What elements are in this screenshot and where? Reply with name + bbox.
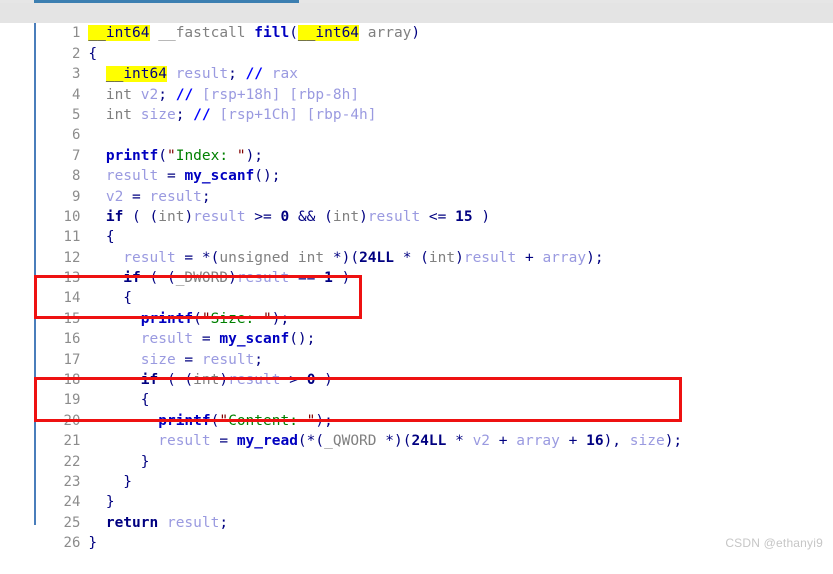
code-line[interactable]: 25 return result; [0, 492, 833, 531]
code-line[interactable]: 19 { [0, 370, 833, 408]
code-line[interactable]: 9 v2 = result; [0, 166, 833, 205]
code-line[interactable]: 10 if ( (int)result >= 0 && (int)result … [0, 187, 833, 225]
code-line[interactable]: 23 } [0, 452, 833, 490]
code-line[interactable]: 13 if ( (_DWORD)result == 1 ) [0, 248, 833, 286]
code-line[interactable]: 7 printf("Index: "); [0, 125, 833, 164]
line-number: 26 [63, 535, 81, 552]
pseudocode-screenshot: 1 __int64 __fastcall fill(__int64 array) … [0, 0, 833, 558]
code-line[interactable]: 15 printf("Size: "); [0, 288, 833, 327]
code-line[interactable]: 22 } [0, 431, 833, 470]
code-editor-surface[interactable]: 1 __int64 __fastcall fill(__int64 array) … [0, 3, 833, 558]
code-line[interactable]: 14 { [0, 268, 833, 306]
code-line[interactable]: 5 int size; // [rsp+1Ch] [rbp-4h] [0, 85, 833, 123]
code-line[interactable]: 4 int v2; // [rsp+18h] [rbp-8h] [0, 64, 833, 103]
code-line[interactable]: 24 } [0, 472, 833, 510]
code-line[interactable]: 16 result = my_scanf(); [0, 309, 833, 347]
code-line[interactable]: 3 __int64 result; // rax [0, 44, 833, 83]
code-line[interactable]: 20 printf("Content: "); [0, 390, 833, 429]
code-line[interactable]: 8 result = my_scanf(); [0, 146, 833, 184]
code-line[interactable]: 6 [0, 105, 833, 143]
code-line[interactable]: 12 result = *(unsigned int *)(24LL * (in… [0, 227, 833, 266]
code-line[interactable]: 18 if ( (int)result > 0 ) [0, 350, 833, 388]
code-line[interactable]: 1 __int64 __fastcall fill(__int64 array) [0, 3, 833, 42]
code-line[interactable]: 26} [0, 513, 833, 551]
code-line[interactable]: 17 size = result; [0, 329, 833, 368]
code-line[interactable]: 11 { [0, 207, 833, 245]
watermark: CSDN @ethanyi9 [725, 536, 823, 550]
code-line[interactable]: 21 result = my_read(*(_QWORD *)(24LL * v… [0, 411, 833, 449]
code-line[interactable]: 2{ [0, 23, 833, 62]
line-content: } [88, 535, 98, 552]
